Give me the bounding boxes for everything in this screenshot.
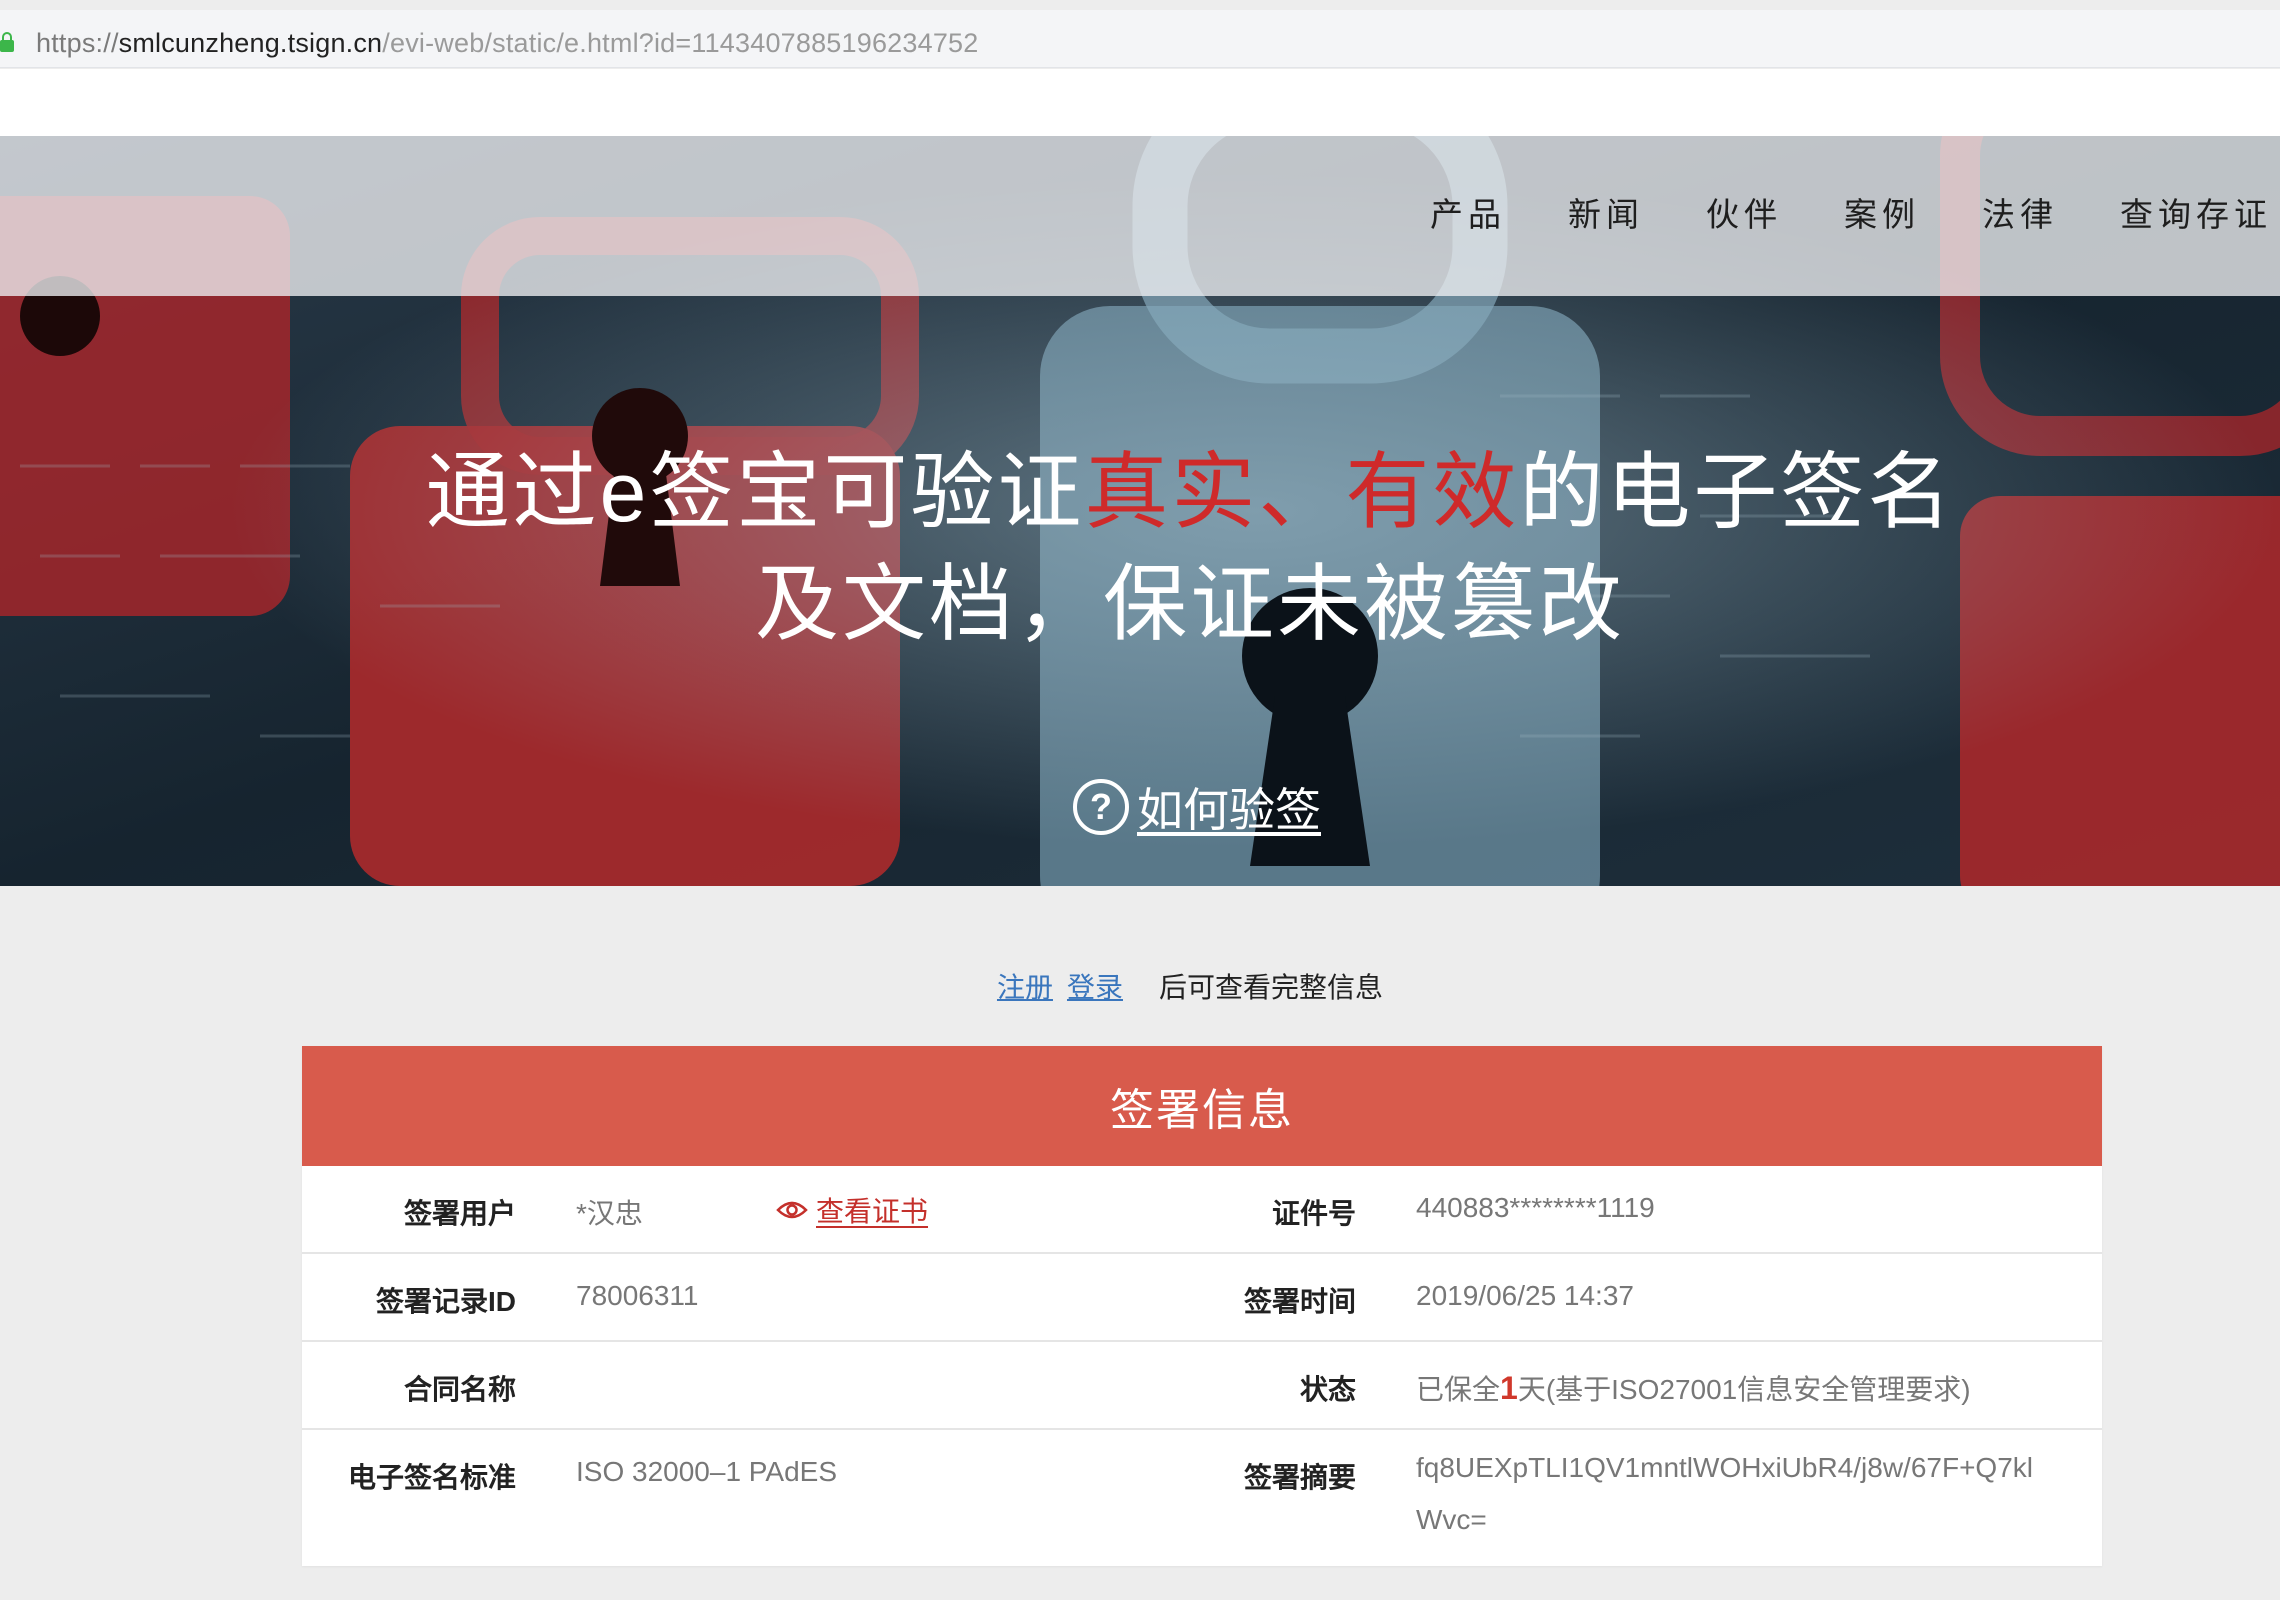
card-title: 签署信息 (302, 1046, 2102, 1166)
nav-item-products[interactable]: 产品 (1430, 188, 1506, 236)
nav-item-evidence-query[interactable]: 查询存证 (2120, 188, 2272, 236)
auth-hint: 注册 登录 后可查看完整信息 (0, 966, 2280, 1006)
headline-highlight: 真实、有效 (1084, 445, 1520, 539)
status-suffix: 天(基于ISO27001信息安全管理要求) (1517, 1374, 1971, 1405)
nav-menu: 产品 新闻 伙伴 案例 法律 查询存证 (1368, 188, 2272, 236)
headline-part1: 通过e签宝可验证 (425, 445, 1085, 539)
id-number-value: 440883********1119 (1416, 1192, 1655, 1223)
status-value: 已保全1天(基于ISO27001信息安全管理要求) (1416, 1368, 1971, 1408)
page-top-spacer (0, 69, 2280, 136)
nav-item-law[interactable]: 法律 (1982, 188, 2058, 236)
hero-headline-line2: 及文档，保证未被篡改 (754, 557, 1625, 651)
how-to-verify-label: 如何验签 (1137, 784, 1321, 836)
signature-digest-label: 签署摘要 (1243, 1462, 1356, 1493)
url-path: /evi-web/static/e.html?id=11434078851962… (382, 28, 979, 58)
url-host: smlcunzheng.tsign.cn (118, 28, 383, 58)
hero-headline: 通过e签宝可验证真实、有效的电子签名 及文档，保证未被篡改 (0, 436, 2280, 660)
status-prefix: 已保全 (1416, 1374, 1501, 1405)
url-text[interactable]: https://smlcunzheng.tsign.cn/evi-web/sta… (36, 28, 978, 59)
auth-hint-text: 后可查看完整信息 (1159, 972, 1384, 1003)
signature-digest-value: fq8UEXpTLI1QV1mntlWOHxiUbR4/j8w/67F+Q7kl… (1416, 1452, 2033, 1535)
info-row-standard: 电子签名标准 ISO 32000–1 PAdES 签署摘要 fq8UEXpTLI… (302, 1430, 2102, 1566)
status-label: 状态 (1299, 1374, 1356, 1405)
info-row-record: 签署记录ID 78006311 签署时间 2019/06/25 14:37 (302, 1254, 2102, 1342)
top-nav: 产品 新闻 伙伴 案例 法律 查询存证 (0, 136, 2280, 296)
sign-time-label: 签署时间 (1243, 1286, 1356, 1317)
nav-item-partners[interactable]: 伙伴 (1706, 188, 1782, 236)
url-protocol: https:// (36, 28, 119, 58)
nav-item-news[interactable]: 新闻 (1568, 188, 1644, 236)
status-days: 1 (1500, 1370, 1518, 1406)
how-to-verify-link[interactable]: ? 如何验签 (1073, 774, 1321, 840)
headline-part2: 的电子签名 (1519, 445, 1955, 539)
id-number-label: 证件号 (1271, 1198, 1356, 1229)
info-row-signer: 签署用户 *汉忠 查看证书 证件号 440883********1119 (302, 1166, 2102, 1254)
hero-banner: 产品 新闻 伙伴 案例 法律 查询存证 通过e签宝可验证真实、有效的电子签名 及… (0, 136, 2280, 886)
signature-info-card: 签署信息 签署用户 *汉忠 查看证书 证件号 440883********111… (302, 1046, 2102, 1566)
hero-headline-line1: 通过e签宝可验证真实、有效的电子签名 (0, 436, 2280, 548)
sign-time-value: 2019/06/25 14:37 (1416, 1280, 1634, 1311)
lock-icon (0, 32, 14, 52)
question-circle-icon: ? (1073, 779, 1129, 835)
nav-item-cases[interactable]: 案例 (1844, 188, 1920, 236)
address-bar[interactable]: https://smlcunzheng.tsign.cn/evi-web/sta… (0, 10, 2280, 68)
register-link[interactable]: 注册 (997, 972, 1053, 1003)
info-row-contract: 合同名称 状态 已保全1天(基于ISO27001信息安全管理要求) (302, 1342, 2102, 1430)
login-link[interactable]: 登录 (1067, 972, 1123, 1003)
